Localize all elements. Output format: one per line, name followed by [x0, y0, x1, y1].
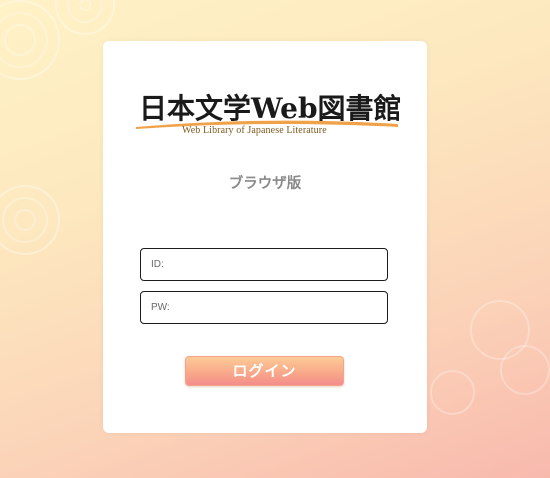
- logo-title: 日本文学Web図書館: [139, 92, 402, 125]
- login-card: 日本文学Web図書館 Web Library of Japanese Liter…: [103, 41, 427, 433]
- background-flower-ornament: [55, 0, 115, 35]
- background-flower-ornament: [0, 0, 60, 80]
- id-input[interactable]: [141, 249, 387, 280]
- password-field[interactable]: [140, 291, 388, 324]
- id-field[interactable]: [140, 248, 388, 281]
- site-logo: 日本文学Web図書館 Web Library of Japanese Liter…: [136, 92, 402, 141]
- logo-subtitle: Web Library of Japanese Literature: [182, 125, 327, 136]
- password-input[interactable]: [141, 292, 387, 323]
- edition-label: ブラウザ版: [228, 175, 302, 192]
- background-flower-ornament: [0, 185, 60, 255]
- background-wave-ornament: [500, 345, 550, 395]
- background-wave-ornament: [430, 370, 475, 415]
- login-button[interactable]: ログイン: [185, 356, 344, 386]
